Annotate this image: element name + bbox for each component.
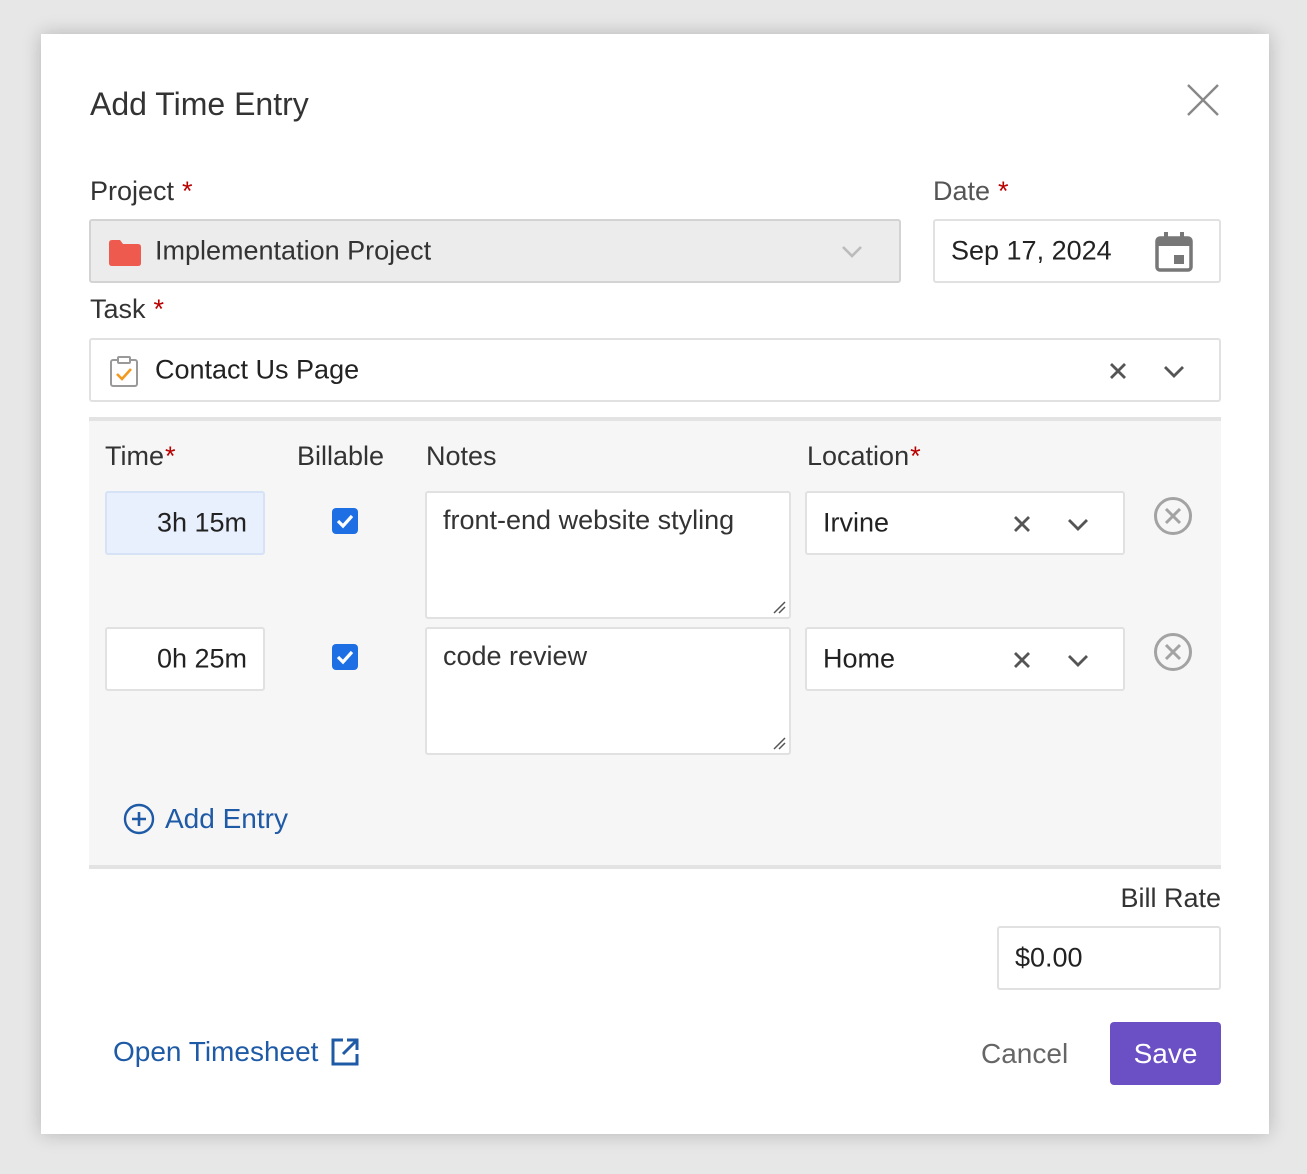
checkmark-icon <box>336 650 354 665</box>
project-value: Implementation Project <box>155 235 432 266</box>
location-value: Irvine <box>823 507 890 538</box>
notes-value: code review <box>443 641 588 671</box>
folder-icon <box>109 240 141 266</box>
required-marker: * <box>910 441 921 471</box>
chevron-down-icon[interactable] <box>1067 518 1089 532</box>
required-marker: * <box>153 294 165 324</box>
open-timesheet-label: Open Timesheet <box>113 1036 319 1067</box>
notes-textarea[interactable]: front-end website styling <box>425 491 791 619</box>
add-entry-button[interactable]: Add Entry <box>123 803 288 835</box>
time-input[interactable]: 3h 15m <box>105 491 265 555</box>
remove-entry-icon[interactable] <box>1153 632 1193 672</box>
clear-icon[interactable] <box>1013 651 1031 669</box>
notes-column-header: Notes <box>426 441 497 471</box>
location-value: Home <box>823 643 896 674</box>
add-time-entry-dialog: Add Time Entry Project * Implementation P… <box>41 34 1269 1134</box>
date-label: Date * <box>933 176 1009 207</box>
project-label-text: Project <box>90 176 175 206</box>
bill-rate-input[interactable]: $0.00 <box>997 926 1221 990</box>
clear-icon[interactable] <box>1013 515 1031 533</box>
clear-icon[interactable] <box>1109 362 1127 380</box>
location-column-header: Location* <box>807 441 921 472</box>
time-column-header: Time* <box>105 441 176 472</box>
project-label: Project * <box>90 176 193 207</box>
billable-checkbox[interactable] <box>332 508 358 534</box>
location-select[interactable]: Home <box>805 627 1125 691</box>
chevron-down-icon <box>841 245 863 259</box>
task-clipboard-icon <box>109 356 139 388</box>
add-entry-label: Add Entry <box>165 803 288 834</box>
time-input[interactable]: 0h 25m <box>105 627 265 691</box>
notes-value: front-end website styling <box>443 505 735 535</box>
project-select[interactable]: Implementation Project <box>89 219 901 283</box>
billable-column-header: Billable <box>297 441 385 471</box>
location-header-text: Location <box>807 441 910 471</box>
task-value: Contact Us Page <box>155 354 360 385</box>
billable-checkbox[interactable] <box>332 644 358 670</box>
bill-rate-value: $0.00 <box>1015 942 1083 973</box>
time-header-text: Time <box>105 441 164 471</box>
cancel-button[interactable]: Cancel <box>981 1038 1068 1070</box>
date-input[interactable]: Sep 17, 2024 <box>933 219 1221 283</box>
plus-circle-icon <box>123 803 155 835</box>
time-value: 3h 15m <box>156 507 247 538</box>
date-value: Sep 17, 2024 <box>951 235 1112 266</box>
close-icon[interactable] <box>1185 82 1221 118</box>
chevron-down-icon[interactable] <box>1067 654 1089 668</box>
dialog-title: Add Time Entry <box>90 86 309 122</box>
required-marker: * <box>182 176 193 206</box>
checkmark-icon <box>336 514 354 529</box>
task-label: Task * <box>90 294 164 325</box>
resize-handle-icon[interactable] <box>772 736 786 750</box>
time-entries-panel: Time* Billable Notes Location* 3h 15m fr… <box>89 417 1221 869</box>
remove-entry-icon[interactable] <box>1153 496 1193 536</box>
required-marker: * <box>165 441 176 471</box>
resize-handle-icon[interactable] <box>772 600 786 614</box>
task-label-text: Task <box>90 294 146 324</box>
bill-rate-label: Bill Rate <box>1120 883 1221 913</box>
notes-textarea[interactable]: code review <box>425 627 791 755</box>
required-marker: * <box>998 176 1009 206</box>
time-value: 0h 25m <box>156 643 247 674</box>
location-select[interactable]: Irvine <box>805 491 1125 555</box>
chevron-down-icon[interactable] <box>1163 365 1185 379</box>
save-button[interactable]: Save <box>1110 1022 1221 1085</box>
external-link-icon <box>330 1037 360 1067</box>
date-label-text: Date <box>933 176 991 206</box>
open-timesheet-link[interactable]: Open Timesheet <box>113 1036 360 1068</box>
task-select[interactable]: Contact Us Page <box>89 338 1221 402</box>
calendar-icon[interactable] <box>1154 231 1194 273</box>
